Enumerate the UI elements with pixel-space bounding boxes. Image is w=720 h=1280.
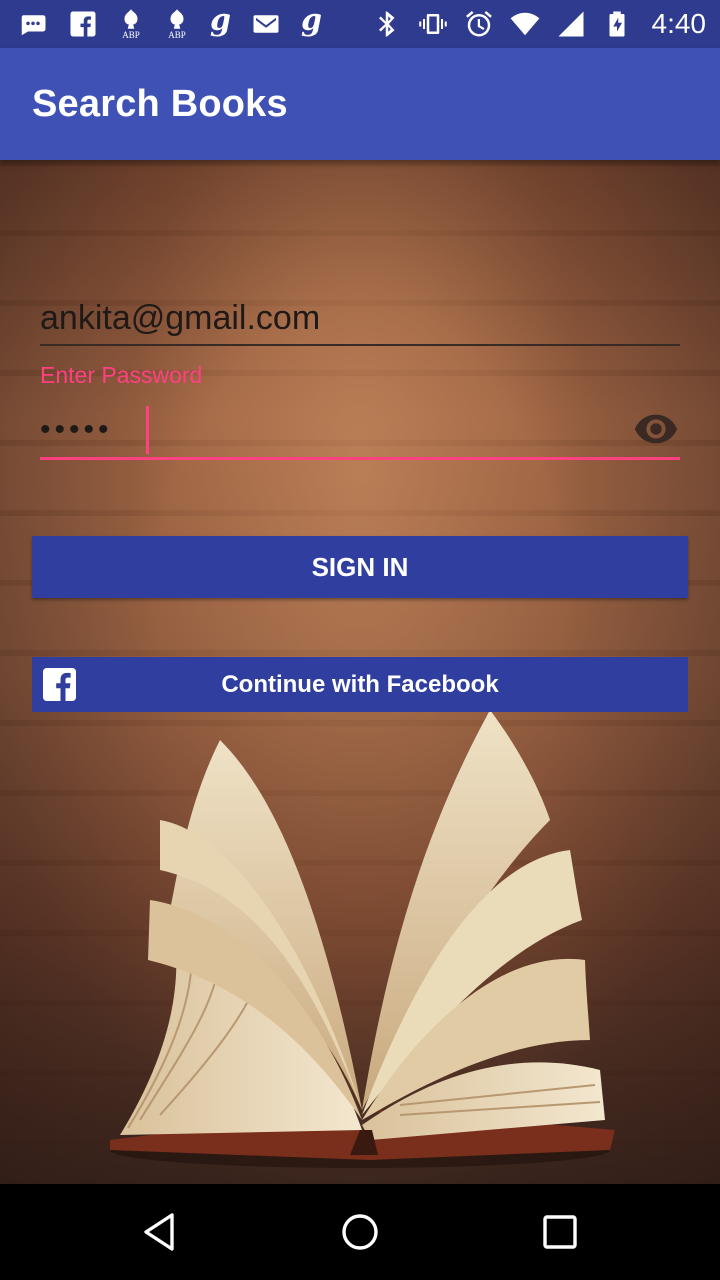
system-icons: 4:40 [372,8,707,40]
gmail-icon [251,9,281,39]
status-bar: ABP ABP g g 4:40 [0,0,720,48]
facebook-login-button[interactable]: Continue with Facebook [32,657,688,712]
email-value: ankita@gmail.com [40,299,321,337]
alarm-icon [464,9,494,39]
status-time: 4:40 [651,8,707,39]
app-title: Search Books [32,82,288,125]
g-app-icon: g [300,3,322,38]
navigation-bar [0,1184,720,1280]
eye-icon [634,414,678,444]
app-bar: Search Books [0,48,720,160]
facebook-button-label: Continue with Facebook [221,670,499,698]
bluetooth-icon [372,9,402,39]
abp-icon: ABP [118,8,144,40]
back-icon [144,1213,174,1251]
text-cursor [146,406,149,454]
abp-label: ABP [168,30,186,40]
home-icon [342,1214,378,1250]
abp-label: ABP [122,30,140,40]
cell-signal-icon [556,9,586,39]
wifi-icon [510,9,540,39]
g-app-icon: g [210,3,231,38]
notification-icons: ABP ABP g g [18,3,322,40]
sign-in-button[interactable]: SIGN IN [32,536,688,598]
password-label: Enter Password [40,362,203,388]
recents-icon [543,1215,577,1249]
home-button[interactable] [336,1208,384,1256]
password-field[interactable]: ••••• [40,400,680,460]
back-button[interactable] [136,1208,184,1256]
login-screen: ankita@gmail.com Enter Password ••••• SI… [0,160,720,1184]
chat-icon [18,9,48,39]
recents-button[interactable] [536,1208,584,1256]
show-password-toggle[interactable] [632,408,680,448]
password-value: ••••• [40,413,113,446]
facebook-icon [43,668,76,701]
facebook-icon [68,9,98,39]
vibrate-icon [418,9,448,39]
email-field[interactable]: ankita@gmail.com [40,296,680,346]
abp-icon: ABP [164,8,190,40]
battery-charging-icon [602,9,632,39]
open-book-illustration [110,710,615,1168]
